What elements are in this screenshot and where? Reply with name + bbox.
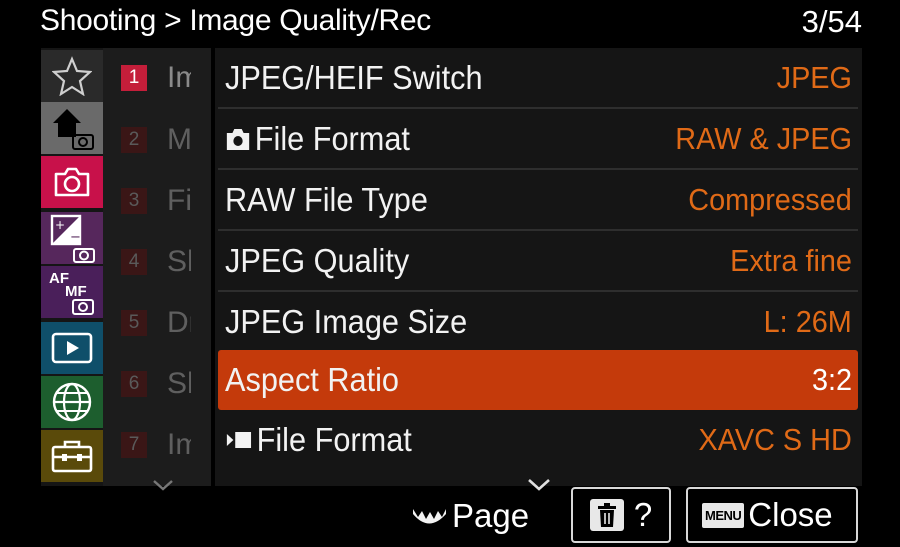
close-label: Close	[748, 496, 833, 533]
setting-label: JPEG Image Size	[225, 303, 468, 340]
sub-item-2[interactable]: 2 M	[121, 110, 211, 170]
setup-toolbox-icon	[50, 438, 94, 474]
shooting-camera-icon	[52, 166, 92, 198]
setting-still-file-format[interactable]: File Format RAW & JPEG	[218, 109, 858, 169]
setting-value: RAW & JPEG	[675, 121, 852, 156]
page-counter: 3/54	[801, 4, 862, 39]
page-button[interactable]: Page	[410, 493, 529, 539]
setting-label: JPEG Quality	[225, 242, 410, 279]
setting-value: XAVC S HD	[698, 422, 852, 457]
sub-item-number: 1	[121, 65, 147, 91]
svg-text:MF: MF	[65, 283, 87, 300]
page-label: Page	[452, 497, 530, 534]
network-globe-icon	[51, 381, 93, 423]
setting-raw-file-type[interactable]: RAW File Type Compressed	[218, 170, 858, 230]
delete-help-button[interactable]: ?	[571, 487, 671, 543]
close-button[interactable]: MENU Close	[686, 487, 858, 543]
sub-item-label: M	[167, 123, 191, 156]
setting-jpeg-quality[interactable]: JPEG Quality Extra fine	[218, 231, 858, 291]
setting-value: Compressed	[688, 182, 852, 217]
tab-my-menu[interactable]	[41, 50, 103, 102]
sub-item-number: 7	[121, 432, 147, 458]
setting-aspect-ratio[interactable]: Aspect Ratio 3:2	[218, 350, 858, 410]
setting-movie-file-format[interactable]: File Format XAVC S HD	[218, 410, 858, 470]
setting-value: JPEG	[776, 60, 852, 95]
setting-value: 3:2	[811, 362, 852, 397]
setting-label: File Format	[256, 421, 412, 458]
column-divider	[211, 48, 215, 486]
focus-af-mf-icon: AF MF	[47, 266, 97, 318]
control-wheel-icon	[410, 503, 448, 529]
setting-value: Extra fine	[730, 243, 852, 278]
sub-item-6[interactable]: 6 Sh	[121, 354, 211, 414]
setting-label: File Format	[254, 120, 410, 157]
setting-label: RAW File Type	[225, 181, 428, 218]
tab-exposure-color[interactable]: + −	[41, 212, 103, 264]
breadcrumb-title: Shooting > Image Quality/Rec	[40, 4, 431, 37]
sub-item-1[interactable]: 1 Im	[121, 48, 211, 108]
sub-item-label: Dr	[167, 306, 191, 339]
trash-icon	[589, 499, 624, 531]
sub-item-label: Im	[167, 428, 191, 461]
tab-playback[interactable]	[41, 322, 103, 374]
setting-label: Aspect Ratio	[225, 361, 399, 398]
tab-network[interactable]	[41, 376, 103, 428]
menu-key-badge: MENU	[702, 502, 745, 528]
tab-setup[interactable]	[41, 430, 103, 482]
sub-item-number: 3	[121, 188, 147, 214]
movie-icon	[225, 428, 253, 452]
setting-value: L: 26M	[763, 304, 852, 339]
sub-item-label: Sh	[167, 367, 191, 400]
help-question-label: ?	[633, 496, 653, 533]
main-home-icon	[50, 105, 94, 151]
sub-item-5[interactable]: 5 Dr	[121, 293, 211, 353]
playback-icon	[50, 331, 94, 365]
tab-shooting[interactable]	[41, 156, 103, 208]
sub-item-label: Fi	[167, 184, 191, 217]
setting-jpeg-image-size[interactable]: JPEG Image Size L: 26M	[218, 292, 858, 352]
sub-item-number: 4	[121, 249, 147, 275]
setting-label: JPEG/HEIF Switch	[225, 59, 483, 96]
still-camera-icon	[225, 126, 251, 152]
star-icon	[52, 56, 92, 96]
sub-item-label: Im	[167, 61, 191, 94]
svg-text:−: −	[70, 230, 81, 245]
svg-text:+: +	[55, 218, 65, 232]
scroll-down-chevron-icon	[527, 478, 551, 496]
tab-main[interactable]	[41, 102, 103, 154]
sub-item-number: 2	[121, 127, 147, 153]
setting-jpeg-heif-switch[interactable]: JPEG/HEIF Switch JPEG	[218, 48, 858, 108]
sub-item-number: 5	[121, 310, 147, 336]
sub-item-3[interactable]: 3 Fi	[121, 171, 211, 231]
sub-item-7[interactable]: 7 Im	[121, 415, 211, 475]
sub-item-4[interactable]: 4 Sh	[121, 232, 211, 292]
sub-item-number: 6	[121, 371, 147, 397]
sub-item-label: Sh	[167, 245, 191, 278]
sub-list-scroll-down-icon	[152, 478, 174, 496]
tab-focus[interactable]: AF MF	[41, 266, 103, 318]
exposure-color-icon: + −	[48, 213, 96, 263]
